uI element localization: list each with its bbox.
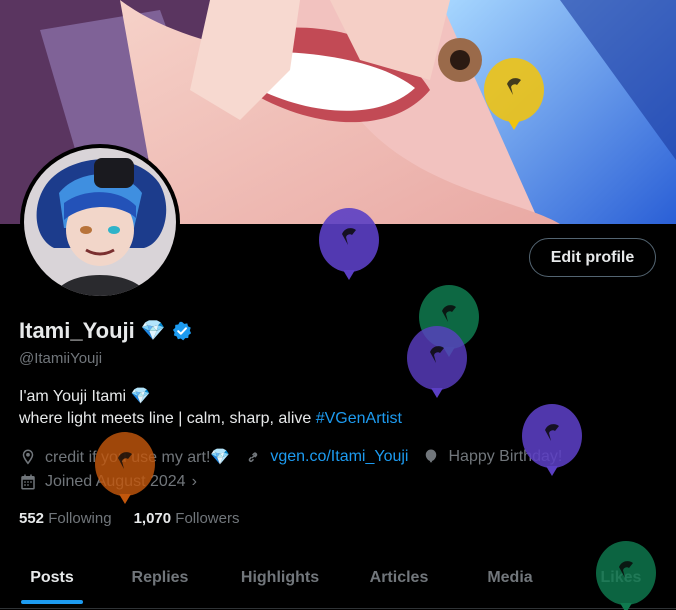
followers-link[interactable]: 1,070 Followers (134, 510, 240, 527)
tab-media[interactable]: Media (454, 556, 566, 600)
balloon-purple-2 (406, 326, 468, 412)
profile-bio: I'am Youji Itami 💎 where light meets lin… (19, 386, 402, 430)
tab-replies[interactable]: Replies (104, 556, 216, 600)
bio-hashtag-link[interactable]: #VGenArtist (316, 410, 402, 427)
following-link[interactable]: 552 Following (19, 510, 112, 527)
tab-highlights[interactable]: Highlights (216, 556, 344, 600)
meta-website[interactable]: vgen.co/Itami_Youji (244, 448, 408, 466)
tab-media-label: Media (487, 569, 533, 586)
website-link[interactable]: vgen.co/Itami_Youji (270, 448, 408, 466)
active-tab-indicator (21, 600, 83, 604)
meta-location: credit if you use my art!💎 (19, 447, 230, 467)
tab-highlights-label: Highlights (240, 569, 320, 586)
avatar-image (24, 148, 176, 296)
following-count: 552 (19, 510, 45, 527)
verified-badge-icon[interactable] (172, 321, 192, 341)
chevron-right-icon: › (191, 473, 197, 490)
joined-text: Joined August 2024 (45, 473, 186, 490)
tabs-divider (0, 608, 676, 609)
tab-articles[interactable]: Articles (344, 556, 454, 600)
tab-posts-label: Posts (30, 569, 74, 586)
bio-text: where light meets line | calm, sharp, al… (19, 410, 316, 427)
display-name: Itami_Youji (19, 318, 135, 343)
link-icon (248, 452, 258, 463)
tab-likes-label: Likes (600, 569, 642, 586)
gem-emoji: 💎 (140, 320, 166, 342)
meta-birthday: Happy Birthday! (422, 448, 562, 466)
edit-profile-button[interactable]: Edit profile (529, 238, 656, 277)
location-text: credit if you use my art!💎 (45, 449, 231, 466)
followers-label: Followers (175, 510, 240, 527)
meta-joined[interactable]: Joined August 2024 › (19, 473, 197, 491)
meta-row-1: credit if you use my art!💎 vgen.co/Itami… (19, 445, 576, 469)
profile-name-row: Itami_Youji 💎 (19, 318, 192, 344)
tab-likes[interactable]: Likes (566, 556, 676, 600)
tab-articles-label: Articles (369, 569, 429, 586)
balloon-green-1 (418, 285, 480, 371)
location-pin-icon (22, 449, 34, 465)
meta-row-2: Joined August 2024 › (19, 470, 576, 494)
tab-posts[interactable]: Posts (0, 556, 104, 604)
follow-stats: 552 Following 1,070 Followers (19, 510, 239, 527)
followers-count: 1,070 (133, 510, 172, 527)
birthday-text: Happy Birthday! (448, 448, 563, 465)
profile-handle: @ItamiiYouji (19, 350, 103, 367)
bio-line-1: I'am Youji Itami 💎 (19, 388, 151, 405)
balloon-icon (426, 449, 437, 463)
tab-replies-label: Replies (131, 569, 189, 586)
following-label: Following (48, 510, 112, 527)
profile-avatar[interactable] (20, 144, 180, 300)
profile-meta: credit if you use my art!💎 vgen.co/Itami… (19, 445, 576, 495)
profile-tabs: Posts Replies Highlights Articles Media … (0, 556, 676, 610)
calendar-icon (21, 474, 35, 490)
bio-line-2: where light meets line | calm, sharp, al… (19, 408, 402, 430)
